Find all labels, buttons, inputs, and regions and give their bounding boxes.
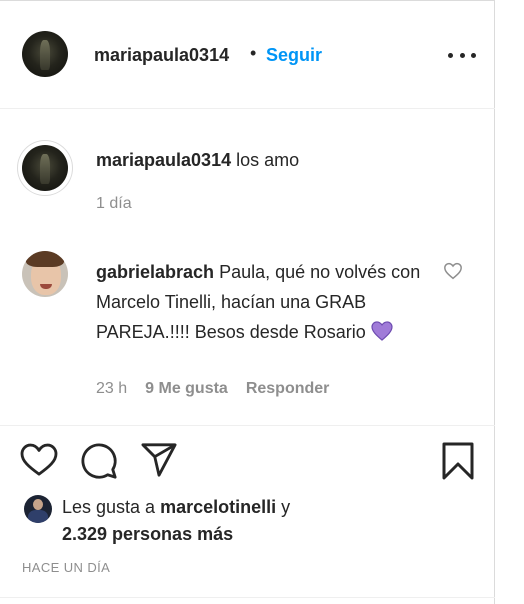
author-username[interactable]: mariapaula0314 xyxy=(94,45,229,66)
likes-line: Les gusta a marcelotinelli y xyxy=(62,497,290,518)
comment-body: gabrielabrach Paula, qué no volvés con M… xyxy=(96,257,436,347)
bookmark-icon[interactable] xyxy=(441,442,475,480)
follow-button[interactable]: Seguir xyxy=(266,45,322,66)
post-panel: mariapaula0314 • Seguir mariapaula0314 l… xyxy=(0,0,495,604)
likes-prefix: Les gusta a xyxy=(62,497,156,517)
paper-plane-icon[interactable] xyxy=(140,442,178,478)
post-header: mariapaula0314 • Seguir xyxy=(0,1,495,109)
comment-timestamp[interactable]: 23 h xyxy=(96,380,127,398)
post-date[interactable]: HACE UN DÍA xyxy=(22,560,110,575)
likes-suffix: y xyxy=(281,497,291,517)
caption-timestamp[interactable]: 1 día xyxy=(96,195,132,213)
heart-icon[interactable] xyxy=(20,443,58,477)
comment-like-icon[interactable] xyxy=(443,262,463,280)
liker-username[interactable]: marcelotinelli xyxy=(160,497,276,517)
comment-meta: 23 h 9 Me gusta Responder xyxy=(96,380,329,398)
reply-button[interactable]: Responder xyxy=(246,380,330,398)
commenter-avatar[interactable] xyxy=(22,251,68,297)
separator-dot: • xyxy=(250,43,257,63)
commenter-username[interactable]: gabrielabrach xyxy=(96,262,214,282)
comment-icon[interactable] xyxy=(80,442,118,480)
caption-username[interactable]: mariapaula0314 xyxy=(96,150,231,170)
comment-likes-count[interactable]: 9 Me gusta xyxy=(145,380,228,398)
author-avatar[interactable] xyxy=(22,31,68,77)
caption-text: los amo xyxy=(236,150,300,170)
purple-heart-icon xyxy=(371,321,393,341)
caption-line: mariapaula0314 los amo xyxy=(96,150,299,171)
caption-avatar[interactable] xyxy=(22,145,68,191)
likes-others[interactable]: 2.329 personas más xyxy=(62,524,233,545)
divider xyxy=(0,597,495,598)
liker-avatar[interactable] xyxy=(24,495,52,523)
more-options-icon[interactable] xyxy=(448,43,476,67)
